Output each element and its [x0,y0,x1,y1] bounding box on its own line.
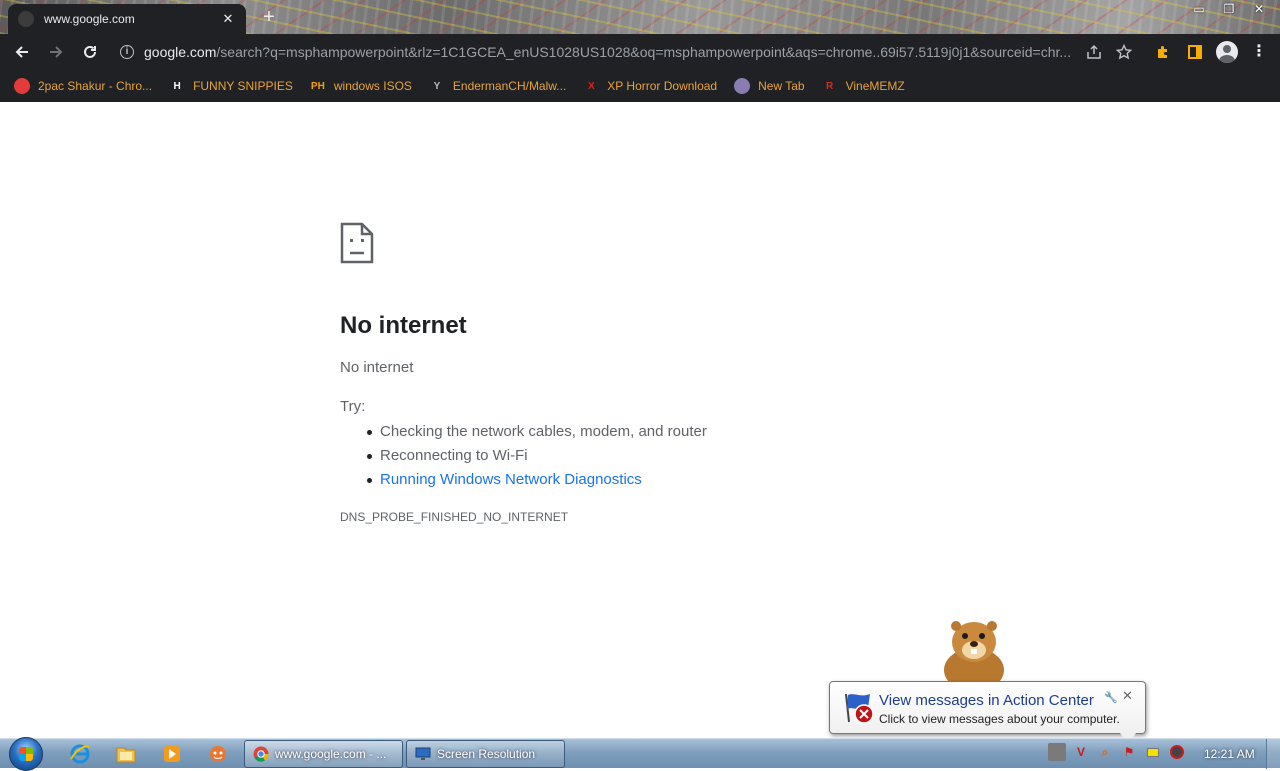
gopher-mascot-icon[interactable] [934,614,1014,686]
h-favicon-icon: H [173,80,181,92]
error-code: DNS_PROBE_FINISHED_NO_INTERNET [340,510,569,524]
bookmark-star-icon[interactable] [1116,44,1132,60]
r-favicon-icon: R [825,80,834,92]
browser-toolbar: i google.com/search?q=msphampowerpoint&r… [0,34,1280,70]
show-desktop-button[interactable] [1266,739,1280,769]
error-title: No internet [340,312,467,339]
back-arrow-icon [15,46,28,58]
kebab-menu-icon: ⋮ [1251,43,1267,60]
chrome-icon [253,746,269,762]
taskbar-button-chrome[interactable]: www.google.com - ... [244,740,403,768]
browser-tab[interactable]: www.google.com ✕ [8,4,246,34]
menu-button[interactable]: ⋮ [1246,39,1272,65]
avatar-icon [1216,41,1238,63]
pinned-explorer[interactable] [106,742,146,766]
suggestion-item: Running Windows Network Diagnostics [367,468,707,492]
suggestion-item: Checking the network cables, modem, and … [367,420,707,444]
bookmark-item[interactable]: H FUNNY SNIPPIES [169,73,293,99]
tab-title: www.google.com [44,12,135,26]
side-panel-icon [1188,45,1202,59]
tab-close-icon[interactable]: ✕ [220,11,236,27]
taskbar-label: Screen Resolution [437,747,536,761]
back-button[interactable] [6,36,38,68]
balloon-text: Click to view messages about your comput… [879,712,1120,726]
tupac-favicon-icon [14,78,30,94]
puzzle-icon [1158,46,1167,58]
bookmark-label: FUNNY SNIPPIES [193,79,293,93]
action-center-flag-tray-icon[interactable]: ⚑ [1120,743,1138,761]
media-player-icon [164,746,180,762]
pinned-app[interactable] [198,742,238,766]
restore-button[interactable]: ❐ [1214,0,1244,18]
pinned-media-player[interactable] [152,742,192,766]
bookmark-label: 2pac Shakur - Chro... [38,79,153,93]
action-center-flag-icon [845,693,874,724]
minimize-button[interactable]: ▭ [1184,0,1214,18]
bookmark-label: EndermanCH/Malw... [452,79,567,93]
tray-v-icon[interactable]: V [1072,743,1090,761]
bookmark-label: VineMEMZ [845,79,905,93]
taskbar: www.google.com - ... Screen Resolution V… [0,737,1280,771]
profile-button[interactable] [1214,39,1240,65]
system-tray: V ⌕ ⚑ [1048,743,1186,761]
tray-app-icon[interactable] [1048,743,1066,761]
pinned-internet-explorer[interactable] [60,742,100,766]
new-tab-button[interactable]: + [258,6,280,28]
action-center-balloon[interactable]: View messages in Action Center Click to … [829,681,1146,745]
bookmark-label: windows ISOS [333,79,412,93]
url-text[interactable]: google.com/search?q=msphampowerpoint&rlz… [144,44,1078,60]
address-bar[interactable]: i google.com/search?q=msphampowerpoint&r… [110,37,1142,67]
taskbar-button-screen-resolution[interactable]: Screen Resolution [406,740,565,768]
start-button[interactable] [9,737,43,771]
reload-icon [84,45,96,58]
balloon-close-button[interactable]: ✕ [1122,688,1133,704]
network-diagnostics-link[interactable]: Running Windows Network Diagnostics [380,471,642,488]
suggestion-item: Reconnecting to Wi-Fi [367,444,707,468]
error-subtitle: No internet [340,359,414,376]
bookmark-item[interactable]: 2pac Shakur - Chro... [14,73,152,99]
x-favicon-icon: X [587,80,595,92]
url-path: /search?q=msphampowerpoint&rlz=1C1GCEA_e… [216,44,1072,60]
extensions-button[interactable] [1150,39,1176,65]
bookmark-item[interactable]: R VineMEMZ [822,73,905,99]
ph-favicon-icon: PH [310,80,325,92]
balloon-title[interactable]: View messages in Action Center [879,692,1094,709]
tab-favicon-icon [18,11,34,27]
window-titlebar[interactable]: www.google.com ✕ + ▭ ❐ ✕ [0,0,1280,34]
site-info-icon[interactable]: i [120,45,134,59]
bookmarks-bar: 2pac Shakur - Chro... H FUNNY SNIPPIES PH wi… [0,70,1280,102]
share-icon[interactable] [1086,44,1102,60]
internet-explorer-icon [70,744,90,764]
reload-button[interactable] [74,36,106,68]
error-page: No internet No internet Try: Checking th… [0,102,1280,738]
folder-icon [116,747,136,763]
tray-volume-icon[interactable] [1168,743,1186,761]
taskbar-label: www.google.com - ... [275,747,387,761]
sad-page-icon [340,222,374,264]
ya-favicon-icon: Y [433,80,441,92]
window-controls: ▭ ❐ ✕ [1184,0,1274,18]
bookmark-item[interactable]: X XP Horror Download [583,73,717,99]
bookmark-label: New Tab [758,79,805,93]
globe-favicon-icon [734,78,751,94]
cat-app-icon [210,746,226,762]
display-icon [415,747,431,760]
close-window-button[interactable]: ✕ [1244,0,1274,18]
suggestion-list: Checking the network cables, modem, and … [367,420,707,492]
bookmark-item[interactable]: PH windows ISOS [310,73,412,99]
forward-arrow-icon [50,46,63,58]
url-host: google.com [144,44,217,60]
tray-network-icon[interactable] [1144,743,1162,761]
bookmark-label: XP Horror Download [607,79,718,93]
side-panel-button[interactable] [1182,39,1208,65]
tray-search-icon[interactable]: ⌕ [1096,743,1114,761]
wrench-icon[interactable]: 🔧 [1104,691,1118,704]
bookmark-item[interactable]: Y EndermanCH/Malw... [429,73,567,99]
forward-button[interactable] [40,36,72,68]
try-label: Try: [340,398,366,415]
taskbar-clock[interactable]: 12:21 AM [1204,747,1255,761]
bookmark-item[interactable]: New Tab [734,73,805,99]
